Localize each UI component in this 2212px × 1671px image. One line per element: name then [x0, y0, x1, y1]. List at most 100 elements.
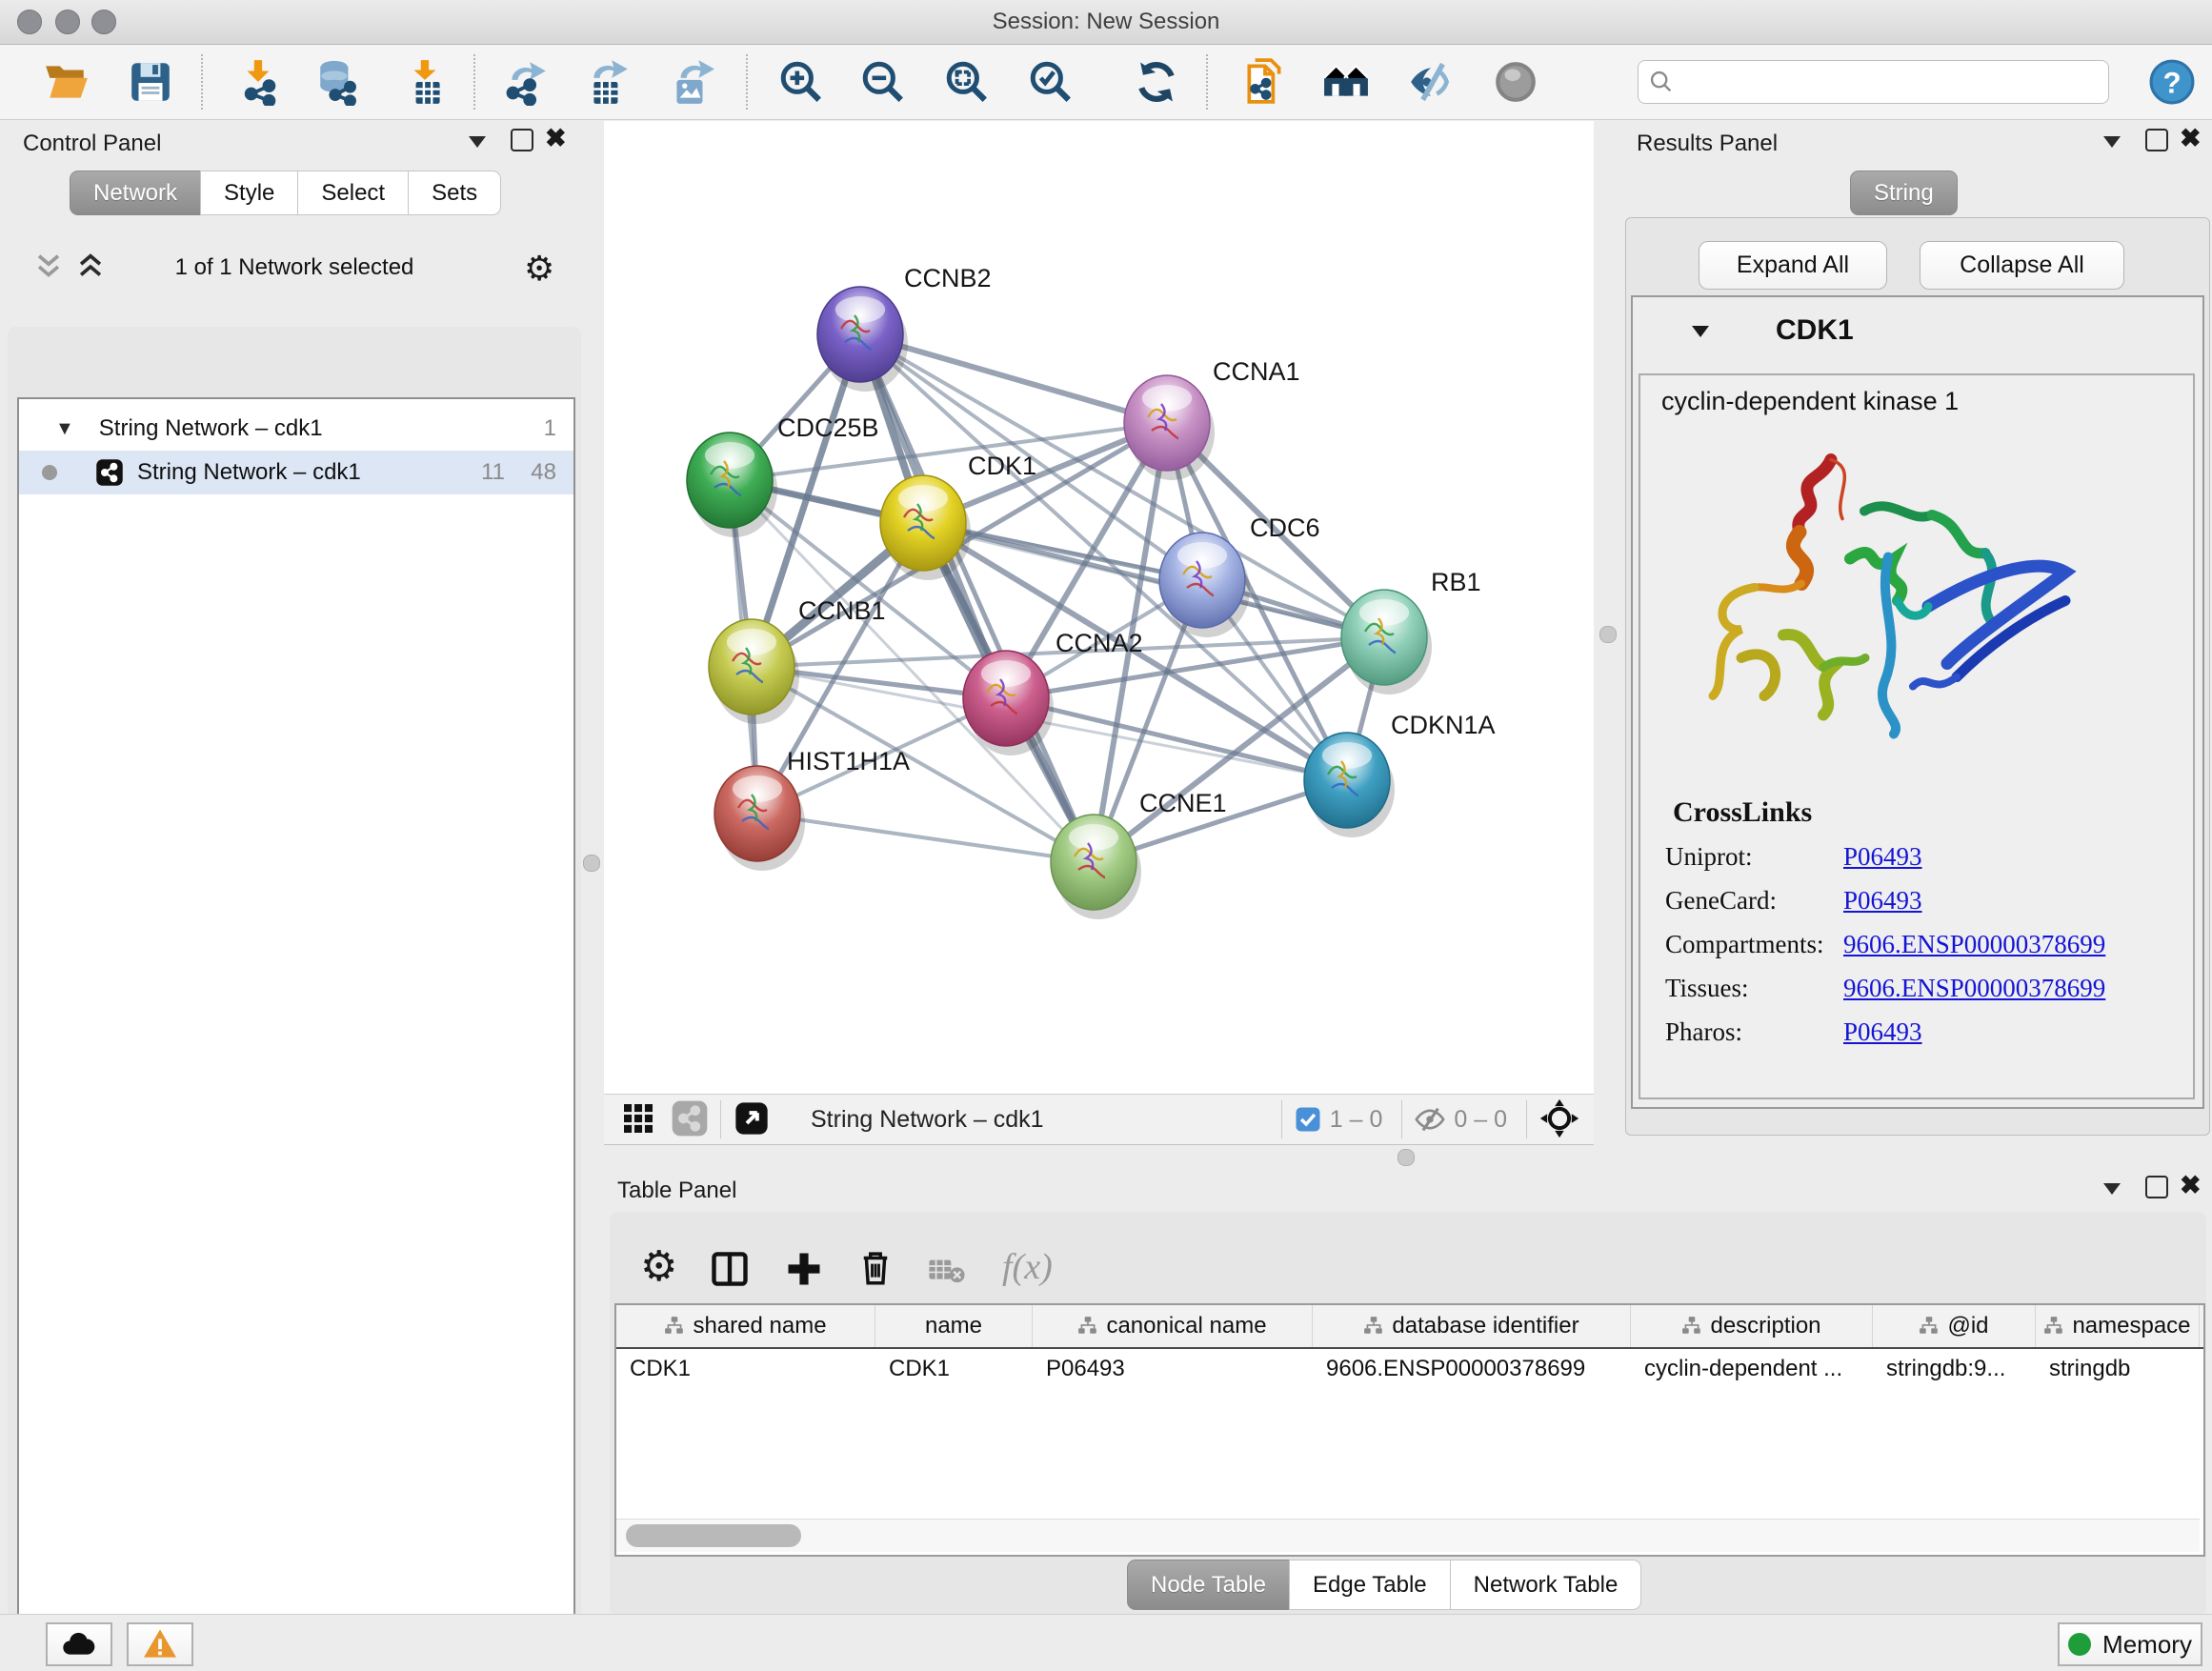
export-table-button[interactable] — [584, 58, 632, 106]
export-image-button[interactable] — [667, 58, 714, 106]
hide-selected-button[interactable] — [1407, 58, 1455, 106]
close-table-panel-button[interactable]: ✖ — [2180, 1176, 2202, 1195]
show-columns-button[interactable] — [709, 1248, 751, 1293]
refresh-button[interactable] — [1133, 58, 1180, 106]
cloud-icon — [60, 1629, 98, 1658]
network-node-CDK1[interactable] — [880, 475, 971, 580]
maximize-results-panel-button[interactable] — [2145, 129, 2168, 151]
horizontal-splitter-handle[interactable] — [1398, 1149, 1415, 1166]
right-splitter-handle[interactable] — [1599, 626, 1617, 643]
birdseye-network-button[interactable] — [671, 1099, 709, 1140]
left-splitter-handle[interactable] — [583, 855, 600, 872]
network-canvas[interactable]: CCNB2CCNA1CDC25BCDK1CDC6RB1CCNB1CCNA2CDK… — [604, 121, 1594, 1094]
help-button[interactable]: ? — [2148, 58, 2196, 106]
crosslink-link[interactable]: P06493 — [1843, 886, 1922, 916]
network-node-CDC25B[interactable] — [687, 433, 777, 537]
delete-column-button[interactable] — [855, 1248, 895, 1291]
float-panel-button[interactable] — [469, 136, 486, 148]
detach-view-button[interactable] — [733, 1099, 771, 1140]
zoom-in-button[interactable] — [777, 58, 825, 106]
network-node-CCNE1[interactable] — [1051, 815, 1141, 919]
column-header-canonical-name[interactable]: canonical name — [1033, 1305, 1313, 1347]
close-results-panel-button[interactable]: ✖ — [2180, 129, 2202, 148]
table-options-gear-button[interactable]: ⚙ — [640, 1246, 677, 1288]
search-input[interactable] — [1682, 63, 2096, 99]
maximize-table-panel-button[interactable] — [2145, 1176, 2168, 1198]
network-node-CDKN1A[interactable] — [1304, 733, 1395, 837]
tab-network[interactable]: Network — [70, 171, 201, 215]
column-header--id[interactable]: @id — [1873, 1305, 2036, 1347]
table-row[interactable]: CDK1CDK1P064939606.ENSP00000378699cyclin… — [616, 1349, 2203, 1389]
zoom-out-button[interactable] — [859, 58, 907, 106]
expand-all-button[interactable]: Expand All — [1699, 241, 1887, 290]
float-results-panel-button[interactable] — [2103, 136, 2121, 148]
crosslink-link[interactable]: 9606.ENSP00000378699 — [1843, 974, 2105, 1003]
table-hscrollbar-thumb[interactable] — [626, 1524, 801, 1547]
import-table-file-button[interactable] — [402, 58, 450, 106]
fit-content-button[interactable] — [1538, 1097, 1580, 1142]
network-node-HIST1H1A[interactable] — [714, 766, 805, 871]
network-node-RB1[interactable] — [1341, 590, 1432, 695]
import-network-database-button[interactable] — [314, 58, 362, 106]
gene-collapse-triangle[interactable] — [1692, 326, 1709, 337]
footer-separator — [720, 1100, 721, 1138]
zoom-selected-icon — [1027, 58, 1075, 106]
node-label-CCNA1: CCNA1 — [1213, 357, 1300, 386]
warning-status-button[interactable] — [127, 1622, 193, 1666]
selected-checkbox-icon[interactable] — [1294, 1105, 1322, 1134]
network-edge-HIST1H1A-CCNE1[interactable] — [757, 814, 1094, 862]
collapse-all-button[interactable]: Collapse All — [1920, 241, 2124, 290]
cloud-status-button[interactable] — [46, 1622, 112, 1666]
tab-select[interactable]: Select — [297, 171, 409, 215]
column-header-database-identifier[interactable]: database identifier — [1313, 1305, 1631, 1347]
open-session-button[interactable] — [42, 58, 90, 106]
crosslink-row: Compartments:9606.ENSP00000378699 — [1640, 930, 2193, 974]
network-node-CCNA1[interactable] — [1124, 375, 1215, 480]
grid-view-button[interactable] — [621, 1101, 655, 1138]
crosslinks-header: CrossLinks — [1673, 796, 1812, 829]
tab-string[interactable]: String — [1850, 171, 1958, 215]
zoom-out-icon — [859, 58, 907, 106]
tab-style[interactable]: Style — [200, 171, 298, 215]
crosslink-row: Uniprot:P06493 — [1640, 842, 2193, 886]
node-label-HIST1H1A: HIST1H1A — [787, 747, 910, 775]
network-edge-CCNB2-CCNE1[interactable] — [860, 334, 1094, 862]
tab-network-table[interactable]: Network Table — [1450, 1560, 1642, 1610]
column-header-namespace[interactable]: namespace — [2036, 1305, 2200, 1347]
document-network-icon — [1241, 58, 1289, 106]
network-collection-row[interactable]: ▼ String Network – cdk1 1 — [19, 407, 573, 451]
column-header-shared-name[interactable]: shared name — [616, 1305, 875, 1347]
column-header-name[interactable]: name — [875, 1305, 1033, 1347]
crosslink-link[interactable]: P06493 — [1843, 842, 1922, 872]
maximize-panel-button[interactable] — [511, 129, 533, 151]
zoom-fit-button[interactable] — [943, 58, 991, 106]
show-all-button[interactable] — [1492, 58, 1539, 106]
houses-button[interactable] — [1322, 58, 1370, 106]
cell-name: CDK1 — [875, 1349, 1033, 1389]
crosslink-link[interactable]: 9606.ENSP00000378699 — [1843, 930, 2105, 959]
import-network-file-button[interactable] — [235, 58, 283, 106]
table-hscrollbar-track[interactable] — [616, 1519, 2200, 1552]
collection-expand-triangle[interactable]: ▼ — [55, 418, 74, 440]
crosslink-link[interactable]: P06493 — [1843, 1017, 1922, 1047]
network-node-CCNB2[interactable] — [817, 287, 908, 392]
share-gray-icon — [671, 1099, 709, 1137]
create-column-button[interactable] — [783, 1248, 825, 1293]
network-options-gear-button[interactable]: ⚙ — [524, 249, 554, 289]
export-network-button[interactable] — [502, 58, 550, 106]
close-panel-button[interactable]: ✖ — [545, 129, 567, 148]
float-table-panel-button[interactable] — [2103, 1183, 2121, 1195]
zoom-selected-button[interactable] — [1027, 58, 1075, 106]
memory-button[interactable]: Memory — [2058, 1622, 2202, 1666]
network-row[interactable]: String Network – cdk1 11 48 — [19, 451, 573, 494]
tab-edge-table[interactable]: Edge Table — [1289, 1560, 1451, 1610]
cell-canonical-name: P06493 — [1033, 1349, 1313, 1389]
import-network-from-file-button[interactable] — [1241, 58, 1289, 106]
tab-sets[interactable]: Sets — [408, 171, 501, 215]
tab-node-table[interactable]: Node Table — [1127, 1560, 1290, 1610]
footer-separator — [1526, 1100, 1527, 1138]
column-type-icon — [664, 1316, 685, 1337]
node-label-CDKN1A: CDKN1A — [1391, 711, 1496, 739]
column-header-description[interactable]: description — [1631, 1305, 1873, 1347]
save-session-button[interactable] — [127, 58, 174, 106]
